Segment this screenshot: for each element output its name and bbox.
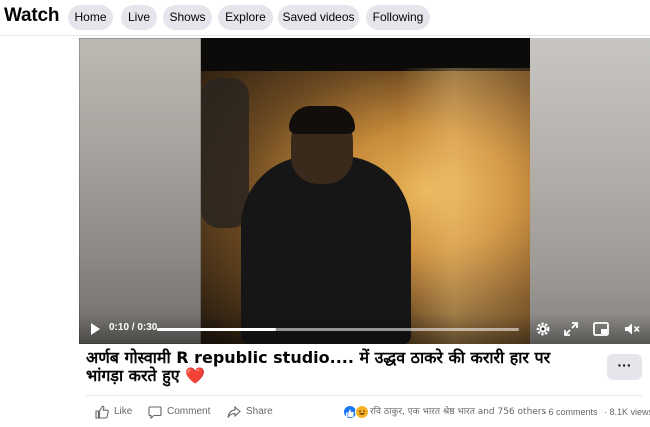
separator: · (543, 407, 546, 417)
share-button[interactable]: Share (227, 404, 273, 420)
more-options-button[interactable]: ··· (607, 354, 642, 380)
like-button[interactable]: Like (95, 404, 135, 420)
share-label: Share (246, 406, 273, 417)
progress-bar[interactable] (157, 328, 519, 331)
comment-icon (148, 406, 162, 419)
video-blur-left (79, 38, 201, 344)
frame-dark-top (201, 38, 530, 71)
video-title-text: अर्णब गोस्वामी R republic studio.... में… (86, 348, 551, 385)
video-frame[interactable] (201, 38, 530, 344)
share-icon (227, 405, 241, 418)
video-title: अर्णब गोस्वामी R republic studio.... में… (86, 349, 586, 385)
progress-fill (157, 328, 277, 331)
tab-home[interactable]: Home (68, 5, 113, 30)
thumbs-up-icon (95, 405, 109, 419)
like-label: Like (114, 406, 133, 417)
reactions-summary[interactable]: रवि ठाकुर, एक भारत श्रेष्ठ भारत and 756 … (370, 404, 546, 420)
separator: · (604, 407, 607, 417)
miniplayer-icon[interactable] (592, 320, 610, 338)
settings-icon[interactable] (534, 320, 552, 338)
tab-saved-videos[interactable]: Saved videos (278, 5, 359, 30)
haha-reaction-icon (355, 405, 369, 419)
views-count-text: 8.1K views (609, 407, 650, 417)
comment-button[interactable]: Comment (148, 404, 214, 420)
comment-label: Comment (167, 406, 211, 417)
play-icon[interactable] (88, 322, 102, 336)
comments-count[interactable]: · 6 comments (543, 404, 598, 420)
video-blur-right (530, 38, 650, 344)
video-player[interactable]: 0:10 / 0:30 (79, 38, 650, 344)
watch-header: Watch Home Live Shows Explore Saved vide… (0, 0, 650, 36)
fullscreen-icon[interactable] (562, 320, 580, 338)
video-controls: 0:10 / 0:30 (79, 314, 650, 344)
reaction-icons[interactable] (343, 405, 369, 419)
heart-emoji: ❤️ (185, 366, 206, 385)
lit-wall (401, 68, 530, 344)
mute-icon[interactable] (623, 320, 641, 338)
time-display: 0:10 / 0:30 (109, 322, 158, 333)
tab-shows[interactable]: Shows (163, 5, 212, 30)
page-title: Watch (4, 5, 60, 26)
tab-live[interactable]: Live (121, 5, 157, 30)
tab-explore[interactable]: Explore (218, 5, 273, 30)
background-figure (201, 78, 249, 228)
comments-count-text: 6 comments (548, 407, 598, 417)
tab-following[interactable]: Following (366, 5, 430, 30)
divider (86, 395, 642, 396)
views-count: · 8.1K views (604, 404, 650, 420)
person-hair (289, 106, 355, 134)
